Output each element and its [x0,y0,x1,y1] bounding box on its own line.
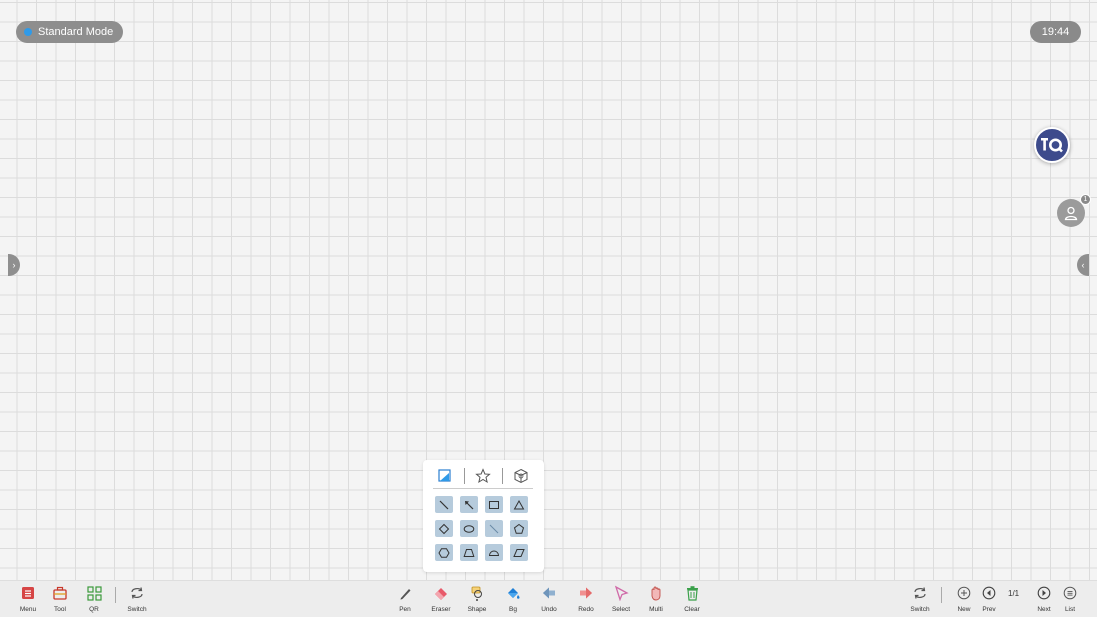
diamond-icon[interactable] [435,520,453,537]
select-button[interactable]: Select [606,585,636,613]
shape-grid [435,496,531,561]
tab-divider [501,468,503,484]
diagonal-line-icon[interactable] [485,520,503,537]
mode-label: Standard Mode [38,26,114,38]
bg-button[interactable]: Bg [498,585,528,613]
pen-icon [397,585,413,601]
multi-label: Multi [649,606,663,613]
tool-label: Tool [54,606,66,613]
hand-icon [648,585,664,601]
list-label: List [1064,606,1076,613]
arrow-icon[interactable] [460,496,478,513]
switch-icon [129,585,145,601]
switch-right-button[interactable]: Switch [905,585,935,613]
switch-left-button[interactable]: Switch [122,585,152,613]
undo-button[interactable]: Undo [534,585,564,613]
select-label: Select [611,606,631,613]
mode-status-dot [24,28,32,36]
eraser-button[interactable]: Eraser [426,585,456,613]
triangle-icon[interactable] [510,496,528,513]
bg-label: Bg [509,606,517,613]
chevron-right-icon: › [12,260,16,270]
shape-label: Shape [467,606,487,613]
plus-icon [956,585,972,601]
page-list-button[interactable]: List [1055,585,1085,613]
prev-icon [981,585,997,601]
rectangle-icon[interactable] [485,496,503,513]
bottom-toolbar: Menu Tool QR Switch Pen Eraser Shape Bg … [0,580,1097,617]
menu-label: Menu [19,606,37,613]
undo-icon [541,585,557,601]
eraser-label: Eraser [431,606,451,613]
select-icon [613,585,629,601]
switch-icon [912,585,928,601]
shape-button[interactable]: Shape [462,585,492,613]
iq-app-button[interactable] [1034,127,1070,163]
left-side-handle[interactable]: › [8,254,20,276]
next-icon [1036,585,1052,601]
trash-icon [684,585,700,601]
switch-label: Switch [127,606,147,613]
hexagon-icon[interactable] [435,544,453,561]
qr-icon [86,585,102,601]
eraser-icon [433,585,449,601]
qr-label: QR [89,606,99,613]
list-icon [1062,585,1078,601]
shape-2d-icon[interactable] [433,465,457,487]
prev-page-button[interactable]: Prev [974,585,1004,613]
ellipse-icon[interactable] [460,520,478,537]
toolbar-divider [941,587,942,603]
shape-icon [469,585,485,601]
toolbar-divider [115,587,116,603]
paint-bucket-icon [505,585,521,601]
toolbox-icon [52,585,68,601]
3d-cube-icon[interactable] [509,465,533,487]
line-icon[interactable] [435,496,453,513]
iq-logo-icon [1041,138,1063,153]
user-count-badge: 1 [1080,194,1091,205]
semicircle-icon[interactable] [485,544,503,561]
pentagon-icon[interactable] [510,520,528,537]
parallelogram-icon[interactable] [510,544,528,561]
clear-label: Clear [684,606,700,613]
redo-icon [578,585,594,601]
tab-divider [463,468,465,484]
chevron-left-icon: ‹ [1081,260,1085,270]
multi-button[interactable]: Multi [641,585,671,613]
tool-button[interactable]: Tool [45,585,75,613]
user-icon [1064,206,1078,221]
clock: 19:44 [1030,21,1081,43]
pen-label: Pen [399,606,411,613]
trapezoid-icon[interactable] [460,544,478,561]
shape-panel-tabs [433,464,533,489]
star-icon[interactable] [471,465,495,487]
qr-button[interactable]: QR [79,585,109,613]
clear-button[interactable]: Clear [677,585,707,613]
prev-label: Prev [982,606,996,613]
switch-label: Switch [910,606,930,613]
menu-icon [20,585,36,601]
redo-label: Redo [578,606,594,613]
new-label: New [957,606,971,613]
right-side-handle[interactable]: ‹ [1077,254,1089,276]
shape-panel [423,460,544,572]
menu-button[interactable]: Menu [13,585,43,613]
next-label: Next [1037,606,1051,613]
redo-button[interactable]: Redo [571,585,601,613]
pen-button[interactable]: Pen [390,585,420,613]
page-indicator: 1/1 [1008,589,1020,598]
undo-label: Undo [541,606,557,613]
mode-indicator[interactable]: Standard Mode [16,21,124,43]
